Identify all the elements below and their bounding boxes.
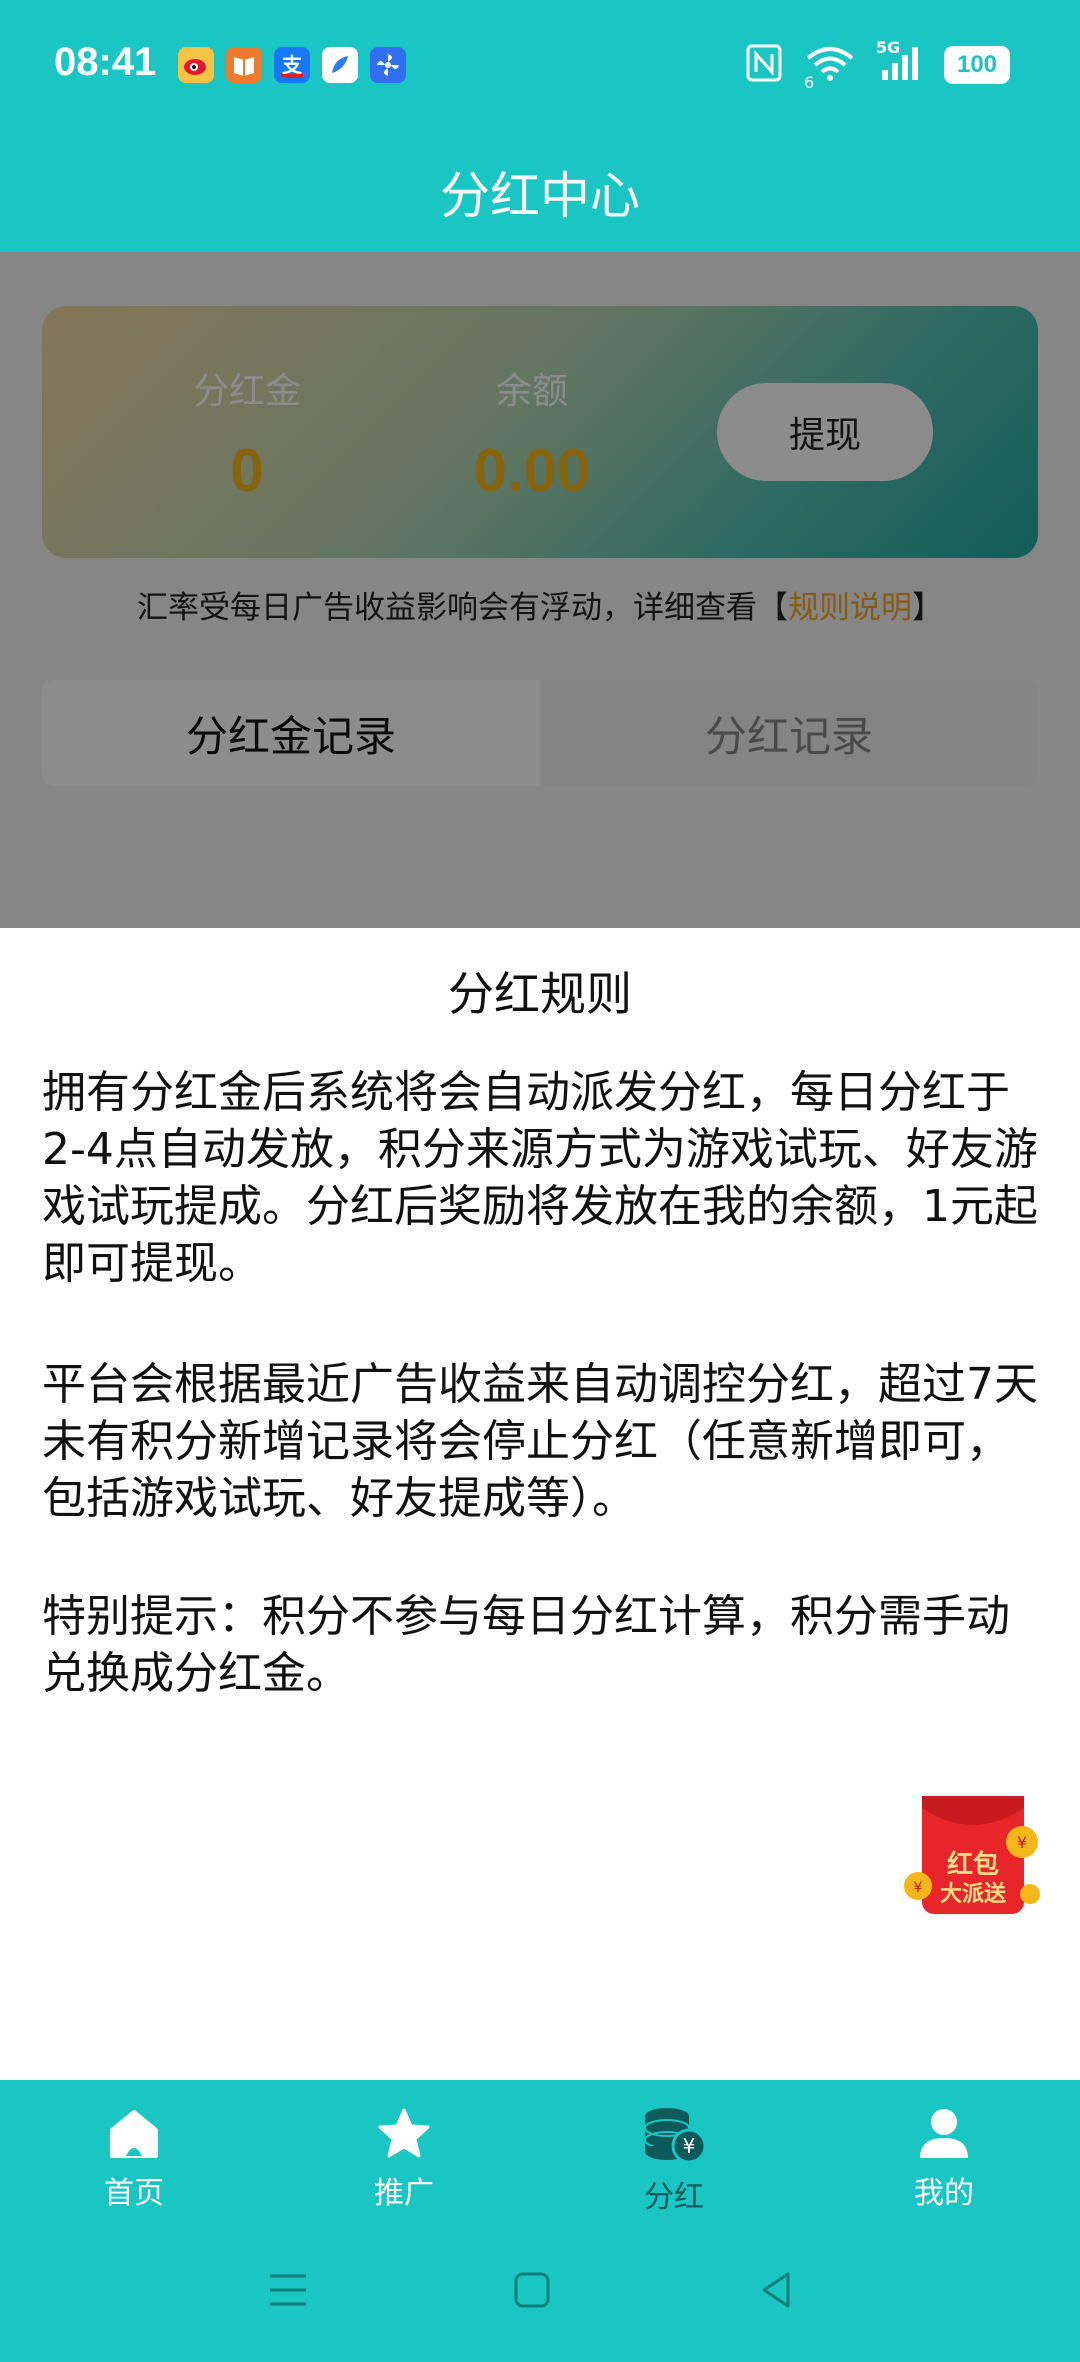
- red-packet-button[interactable]: ¥ ¥ 红包 大派送: [904, 1790, 1048, 1926]
- system-icons: 6 5G 100: [746, 38, 1010, 92]
- nav-dividend[interactable]: ¥ 分红: [584, 2104, 764, 2216]
- nav-promote[interactable]: 推广: [314, 2104, 494, 2212]
- nav-home-label: 首页: [104, 2176, 164, 2211]
- notification-icons: 支: [178, 47, 406, 83]
- rules-paragraph: 平台会根据最近广告收益来自动调控分红，超过7天未有积分新增记录将会停止分红（任意…: [42, 1359, 1038, 1524]
- svg-text:支: 支: [282, 53, 303, 77]
- red-packet-line2: 大派送: [939, 1882, 1006, 1907]
- nav-promote-label: 推广: [374, 2176, 434, 2211]
- nav-dividend-label: 分红: [644, 2180, 704, 2215]
- status-time: 08:41: [54, 40, 157, 84]
- battery-indicator: 100: [944, 46, 1010, 84]
- app-header: 分红中心: [0, 130, 1080, 252]
- nav-mine[interactable]: 我的: [854, 2104, 1034, 2212]
- nav-home[interactable]: 首页: [44, 2104, 224, 2212]
- pinwheel-icon: [370, 47, 406, 83]
- star-icon: [378, 2108, 430, 2158]
- user-icon: [920, 2109, 968, 2158]
- menu-icon[interactable]: [266, 2270, 310, 2310]
- weibo-icon: [178, 47, 214, 83]
- home-icon: [110, 2110, 158, 2158]
- reader-icon: [226, 47, 262, 83]
- modal-backdrop[interactable]: [0, 252, 1080, 928]
- rules-paragraph: 拥有分红金后系统将会自动派发分红，每日分红于2-4点自动发放，积分来源方式为游戏…: [42, 1067, 1038, 1289]
- page-title: 分红中心: [440, 167, 640, 225]
- back-icon[interactable]: [756, 2270, 796, 2310]
- rules-paragraph: 特别提示：积分不参与每日分红计算，积分需手动兑换成分红金。: [42, 1591, 1010, 1699]
- coins-icon: ¥: [644, 2108, 707, 2164]
- rules-title: 分红规则: [448, 967, 632, 1021]
- wifi-badge: 6: [804, 73, 815, 92]
- bottom-nav: 首页 推广 ¥ 分红 我的: [0, 2080, 1080, 2362]
- network-type: 5G: [876, 38, 901, 57]
- nfc-icon: [746, 44, 782, 86]
- svg-text:¥: ¥: [683, 2134, 696, 2158]
- wifi-icon: 6: [804, 44, 856, 92]
- nav-mine-label: 我的: [914, 2176, 974, 2211]
- status-bar: 08:41 支 6 5G 100: [0, 0, 1080, 130]
- browser-icon: [322, 47, 358, 83]
- signal-icon: 5G: [876, 38, 922, 86]
- alipay-icon: 支: [274, 47, 310, 83]
- home-square-icon[interactable]: [512, 2270, 552, 2310]
